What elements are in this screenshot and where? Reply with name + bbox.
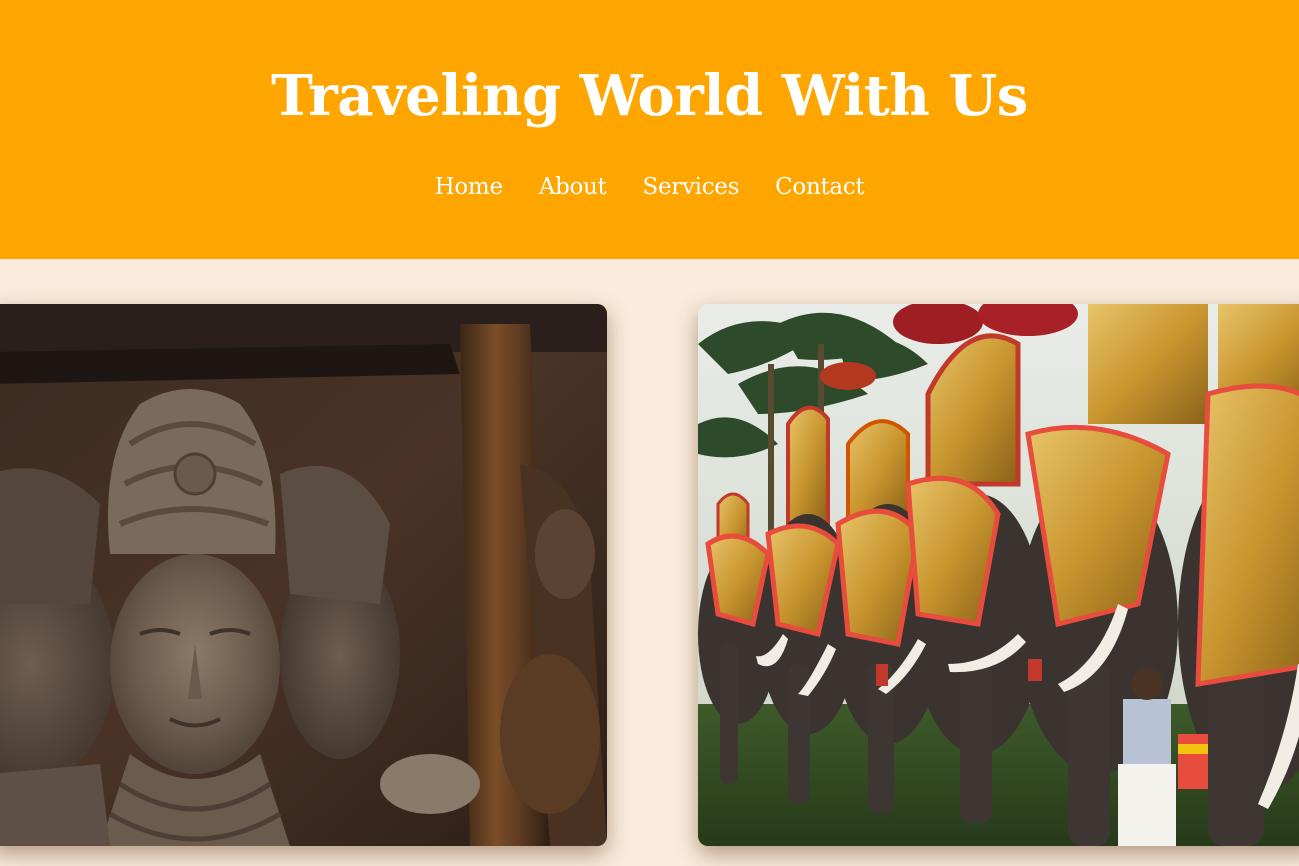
festival-elephants-photo bbox=[698, 304, 1299, 846]
cave-sculpture-photo bbox=[0, 304, 607, 846]
nav-link-home[interactable]: Home bbox=[435, 170, 503, 204]
festival-elephants-image bbox=[698, 304, 1299, 846]
main-nav: Home About Services Contact bbox=[0, 170, 1299, 204]
nav-link-services[interactable]: Services bbox=[643, 170, 740, 204]
nav-link-contact[interactable]: Contact bbox=[775, 170, 865, 204]
cave-sculpture-image bbox=[0, 304, 607, 846]
site-title: Traveling World With Us bbox=[271, 63, 1028, 129]
nav-link-about[interactable]: About bbox=[539, 170, 607, 204]
site-header: Traveling World With Us Home About Servi… bbox=[0, 0, 1299, 259]
